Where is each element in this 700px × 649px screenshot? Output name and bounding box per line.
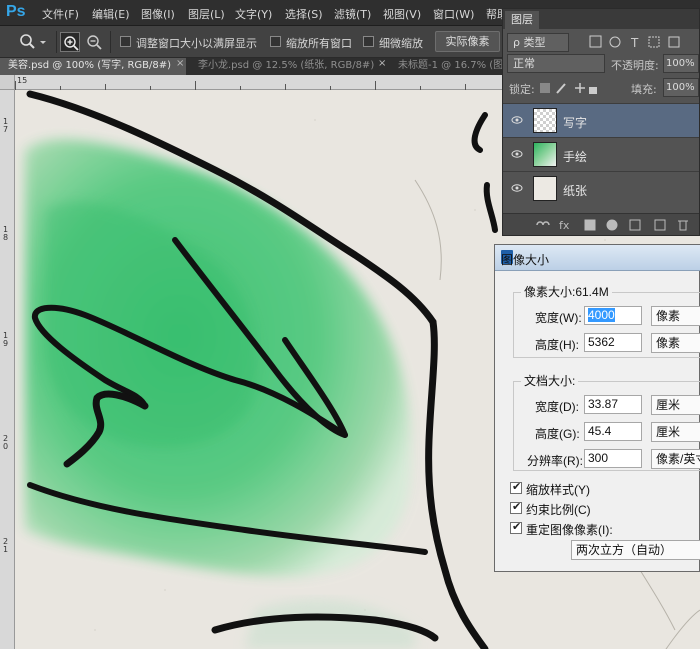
menu-type[interactable]: 文字(Y) — [235, 6, 272, 22]
doc-width-unit-select[interactable]: 厘米 — [651, 395, 700, 415]
tab-label: 未标题-1 @ 16.7% (图 — [398, 60, 502, 71]
zoom-in-icon[interactable] — [60, 32, 80, 52]
doc-height-unit-select[interactable]: 厘米 — [651, 422, 700, 442]
pixel-dimensions-title: 像素大小:61.4M — [521, 283, 612, 300]
scrubby-zoom-label: 细微缩放 — [379, 37, 423, 50]
pixel-height-unit-select[interactable]: 像素 — [651, 333, 700, 353]
menu-edit[interactable]: 编辑(E) — [92, 6, 130, 22]
tab-document-lixiaolong[interactable]: 李小龙.psd @ 12.5% (纸张, RGB/8#) — [190, 58, 380, 75]
image-size-dialog: 图像大小 像素大小:61.4M 宽度(W): 4000 像素 高度(H): 53… — [494, 244, 700, 572]
resample-image-label: 重定图像像素(I): — [526, 523, 613, 537]
layer-row-paper[interactable]: 纸张 — [503, 171, 699, 205]
zoom-all-label: 缩放所有窗口 — [286, 37, 352, 50]
scale-styles-checkbox[interactable] — [510, 480, 522, 494]
layer-name: 手绘 — [563, 150, 588, 164]
ruler-number: 1 7 — [3, 117, 9, 134]
fill-input[interactable]: 100% — [663, 78, 699, 97]
lock-label: 锁定: — [509, 83, 535, 96]
photoshop-logo: Ps — [6, 3, 26, 20]
menu-image[interactable]: 图像(I) — [141, 6, 175, 22]
menu-window[interactable]: 窗口(W) — [433, 6, 474, 22]
layer-filter-select[interactable]: ρ 类型 — [507, 33, 569, 52]
opacity-label: 不透明度: — [611, 59, 659, 72]
layer-name: 纸张 — [563, 184, 588, 198]
menu-file[interactable]: 文件(F) — [42, 6, 79, 22]
actual-pixels-button[interactable]: 实际像素 — [435, 31, 500, 52]
resolution-label: 分辨率(R): — [527, 454, 583, 468]
menu-filter[interactable]: 滤镜(T) — [334, 6, 371, 22]
lock-icons[interactable] — [539, 81, 599, 95]
fill-label: 填充: — [631, 83, 657, 96]
tab-close-icon[interactable]: × — [176, 58, 184, 69]
dialog-titlebar[interactable]: 图像大小 — [495, 245, 700, 271]
blend-mode-select[interactable]: 正常 — [507, 54, 605, 73]
tab-close-icon[interactable]: × — [378, 58, 386, 69]
pixel-width-label: 宽度(W): — [535, 311, 582, 325]
tab-document-meirong[interactable]: 美容.psd @ 100% (写字, RGB/8#) — [0, 58, 186, 75]
resize-windows-checkbox[interactable] — [120, 36, 131, 47]
pixel-height-label: 高度(H): — [535, 338, 579, 352]
ruler-number: 1 9 — [3, 331, 9, 348]
visibility-eye-icon[interactable] — [511, 115, 523, 125]
pixel-width-unit-select[interactable]: 像素 — [651, 306, 700, 326]
document-size-title: 文档大小: — [521, 372, 579, 389]
vertical-ruler: 1 7 1 8 1 9 2 0 2 1 — [0, 90, 15, 649]
layer-actions-icons[interactable]: fx — [503, 214, 699, 236]
resample-method-select[interactable]: 两次立方（自动） — [571, 540, 700, 560]
layer-row-handdrawn[interactable]: 手绘 — [503, 137, 699, 171]
visibility-eye-icon[interactable] — [511, 183, 523, 193]
layer-thumbnail — [533, 142, 557, 167]
svg-text:T: T — [630, 36, 639, 49]
ruler-corner[interactable] — [0, 75, 15, 90]
menu-layer[interactable]: 图层(L) — [188, 6, 225, 22]
ruler-number: 1 8 — [3, 225, 9, 242]
tab-label: 美容.psd @ 100% (写字, RGB/8#) — [8, 60, 172, 71]
zoom-all-checkbox[interactable] — [270, 36, 281, 47]
resolution-unit-select[interactable]: 像素/英寸 — [651, 449, 700, 469]
visibility-eye-icon[interactable] — [511, 149, 523, 159]
resize-windows-label: 调整窗口大小以满屏显示 — [136, 37, 257, 50]
doc-width-input[interactable]: 33.87 — [584, 395, 642, 414]
doc-height-input[interactable]: 45.4 — [584, 422, 642, 441]
layer-thumbnail — [533, 108, 557, 133]
layer-thumbnail — [533, 176, 557, 201]
tab-label: 李小龙.psd @ 12.5% (纸张, RGB/8#) — [198, 60, 375, 71]
document-tabs: 美容.psd @ 100% (写字, RGB/8#) × 李小龙.psd @ 1… — [0, 58, 502, 75]
layer-filter-icons[interactable]: T — [589, 35, 697, 49]
layers-panel: 图层 ρ 类型 T 正常 不透明度: 100% 锁定: 填充: 100% 写字 … — [502, 8, 700, 236]
pixel-height-input[interactable]: 5362 — [584, 333, 642, 352]
layers-panel-tab[interactable]: 图层 — [505, 11, 539, 29]
constrain-proportions-label: 约束比例(C) — [526, 503, 591, 517]
zoom-tool-icon[interactable] — [18, 33, 48, 51]
scrubby-zoom-checkbox[interactable] — [363, 36, 374, 47]
scale-styles-label: 缩放样式(Y) — [526, 483, 590, 497]
menu-select[interactable]: 选择(S) — [285, 6, 323, 22]
doc-height-label: 高度(G): — [535, 427, 580, 441]
menu-view[interactable]: 视图(V) — [383, 6, 421, 22]
opacity-input[interactable]: 100% — [663, 54, 699, 73]
layer-name: 写字 — [563, 116, 588, 130]
dialog-title: 图像大小 — [501, 253, 550, 267]
ruler-number: 2 1 — [3, 537, 9, 554]
pixel-width-input[interactable]: 4000 — [584, 306, 642, 325]
svg-text:fx: fx — [559, 219, 570, 232]
resolution-input[interactable]: 300 — [584, 449, 642, 468]
doc-width-label: 宽度(D): — [535, 400, 579, 414]
constrain-proportions-checkbox[interactable] — [510, 500, 522, 514]
zoom-out-icon[interactable] — [84, 32, 104, 52]
layers-panel-footer: fx — [503, 213, 699, 235]
tab-document-untitled[interactable]: 未标题-1 @ 16.7% (图 — [390, 58, 502, 75]
layer-row-writing[interactable]: 写字 — [503, 103, 699, 137]
resample-image-checkbox[interactable] — [510, 520, 522, 534]
ruler-number: 15 — [17, 76, 28, 85]
ruler-number: 2 0 — [3, 434, 9, 451]
